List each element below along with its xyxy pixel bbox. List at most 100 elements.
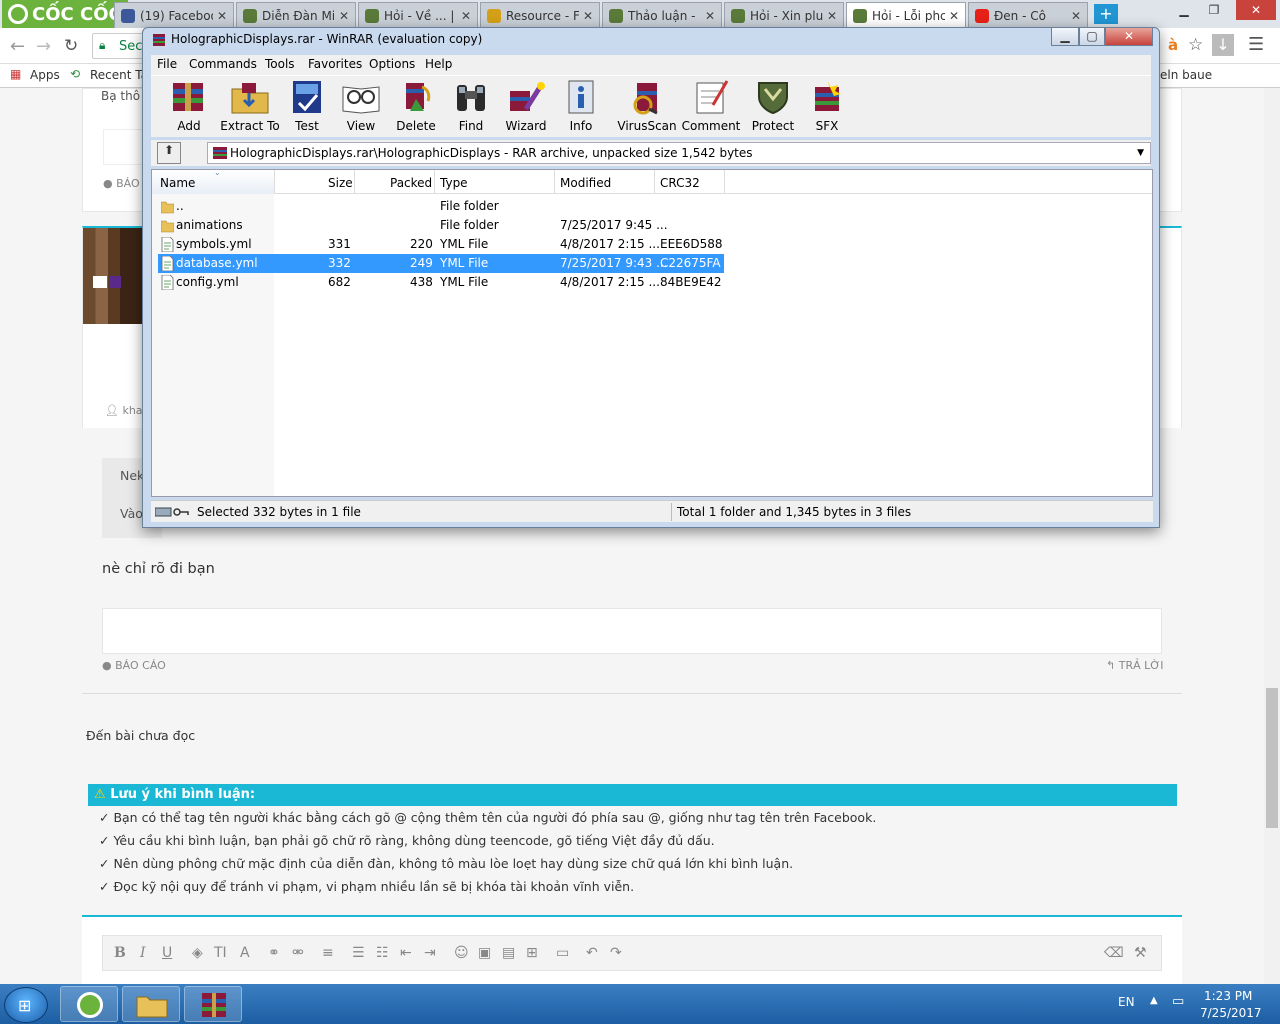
close-icon[interactable]: ✕ xyxy=(827,9,837,23)
column-separator[interactable] xyxy=(554,170,555,194)
close-icon[interactable]: ✕ xyxy=(949,9,959,23)
column-header-type[interactable]: Type xyxy=(440,176,468,190)
file-row-symbols[interactable]: symbols.yml 331 220 YML File 4/8/2017 2:… xyxy=(152,235,1152,254)
column-separator[interactable] xyxy=(434,170,435,194)
url-input[interactable]: 🔒︎ Sec xyxy=(92,33,148,59)
smiley-icon[interactable]: ☺ xyxy=(454,945,469,961)
path-dropdown[interactable]: HolographicDisplays.rar\HolographicDispl… xyxy=(207,142,1151,164)
page-scrollbar[interactable] xyxy=(1264,88,1280,984)
tab-forum-3[interactable]: Thảo luận - ✕ xyxy=(602,2,722,28)
maximize-button[interactable]: ▢ xyxy=(1079,28,1105,46)
column-header-modified[interactable]: Modified xyxy=(560,176,611,190)
bullet-list-icon[interactable]: ☰ xyxy=(352,945,365,961)
reply-link[interactable]: ↰ TRẢ LỜI xyxy=(1106,659,1164,672)
extract-to-button[interactable]: Extract To xyxy=(219,79,281,135)
column-separator[interactable] xyxy=(724,170,725,194)
tab-forum-2[interactable]: Hỏi - Về ... | ✕ xyxy=(358,2,478,28)
menu-options[interactable]: Options xyxy=(369,57,415,71)
tab-youtube[interactable]: Đen - Cô ✕ xyxy=(968,2,1088,28)
bookmark-star-icon[interactable]: ☆ xyxy=(1188,35,1203,55)
column-header-packed[interactable]: Packed xyxy=(390,176,432,190)
forward-icon[interactable]: → xyxy=(36,36,51,57)
test-button[interactable]: Test xyxy=(279,79,335,135)
author-link[interactable]: 👤︎ kha xyxy=(105,404,143,417)
close-icon[interactable]: ✕ xyxy=(705,9,715,23)
find-button[interactable]: Find xyxy=(443,79,499,135)
close-icon[interactable]: ✕ xyxy=(461,9,471,23)
virusscan-button[interactable]: VirusScan xyxy=(615,79,679,135)
tray-expand-icon[interactable]: ▲ xyxy=(1150,995,1158,1006)
wrench-icon[interactable]: ⚒ xyxy=(1134,945,1147,961)
indent-icon[interactable]: ⇥ xyxy=(424,945,436,961)
menu-favorites[interactable]: Favorites xyxy=(308,57,362,71)
close-icon[interactable]: ✕ xyxy=(217,9,227,23)
wizard-button[interactable]: Wizard xyxy=(498,79,554,135)
tab-forum-active[interactable]: Hỏi - Lỗi phc ✕ xyxy=(846,2,966,28)
bold-icon[interactable]: B xyxy=(114,945,126,961)
font-size-icon[interactable]: TI xyxy=(214,945,227,961)
menu-tools[interactable]: Tools xyxy=(265,57,295,71)
protect-button[interactable]: Protect xyxy=(745,79,801,135)
tab-resource[interactable]: Resource - F ✕ xyxy=(480,2,600,28)
close-icon[interactable]: ✕ xyxy=(1071,9,1081,23)
scrollbar-thumb[interactable] xyxy=(1266,688,1278,828)
eraser-icon[interactable]: ⌫ xyxy=(1104,945,1124,961)
minimize-browser-button[interactable]: ▁ xyxy=(1170,0,1198,20)
bookmark-overflow[interactable]: eln baue xyxy=(1160,68,1212,82)
column-separator[interactable] xyxy=(654,170,655,194)
media-icon[interactable]: ▤ xyxy=(502,945,515,961)
comment-button[interactable]: Comment xyxy=(679,79,743,135)
file-row-parent[interactable]: .. File folder xyxy=(152,197,1152,216)
column-header-name[interactable]: Name xyxy=(160,176,195,190)
clock-date[interactable]: 7/25/2017 xyxy=(1200,1006,1262,1020)
add-button[interactable]: Add xyxy=(161,79,217,135)
number-list-icon[interactable]: ☷ xyxy=(376,945,389,961)
new-tab-button[interactable]: + xyxy=(1094,4,1118,24)
column-separator[interactable] xyxy=(274,170,275,194)
download-icon[interactable]: ↓ xyxy=(1212,34,1234,56)
color-icon[interactable]: ◈ xyxy=(192,945,203,961)
column-header-size[interactable]: Size xyxy=(328,176,353,190)
back-icon[interactable]: ← xyxy=(10,36,25,57)
image-icon[interactable]: ▣ xyxy=(478,945,491,961)
bookmark-apps[interactable]: Apps xyxy=(30,68,60,82)
chevron-down-icon[interactable]: ▼ xyxy=(1137,143,1144,163)
tab-facebook[interactable]: (19) Faceboo ✕ xyxy=(114,2,234,28)
redo-icon[interactable]: ↷ xyxy=(610,945,622,961)
file-list[interactable]: Name ⌄ Size Packed Type Modified CRC32 .… xyxy=(151,168,1153,497)
reload-icon[interactable]: ↻ xyxy=(64,36,78,56)
column-separator[interactable] xyxy=(354,170,355,194)
taskbar-explorer[interactable] xyxy=(122,986,180,1022)
start-button[interactable]: ⊞ xyxy=(4,987,48,1023)
menu-commands[interactable]: Commands xyxy=(189,57,257,71)
close-icon[interactable]: ✕ xyxy=(583,9,593,23)
tab-forum-4[interactable]: Hỏi - Xin plu ✕ xyxy=(724,2,844,28)
taskbar-winrar[interactable] xyxy=(184,986,242,1022)
minimize-button[interactable]: ▁ xyxy=(1051,28,1079,46)
tab-forum-1[interactable]: Diễn Đàn Mi ✕ xyxy=(236,2,356,28)
menu-file[interactable]: File xyxy=(157,57,177,71)
delete-button[interactable]: Delete xyxy=(388,79,444,135)
language-indicator[interactable]: EN xyxy=(1118,995,1135,1009)
clock-time[interactable]: 1:23 PM xyxy=(1204,989,1252,1003)
underline-icon[interactable]: U xyxy=(162,945,172,961)
maximize-browser-button[interactable]: ❐ xyxy=(1200,0,1228,20)
close-button[interactable]: ✕ xyxy=(1105,28,1153,46)
up-folder-button[interactable]: ⬆ xyxy=(157,142,181,164)
save-icon[interactable]: ▭ xyxy=(556,945,569,961)
close-browser-button[interactable]: ✕ xyxy=(1236,0,1276,20)
menu-icon[interactable]: ☰ xyxy=(1248,34,1264,55)
close-icon[interactable]: ✕ xyxy=(339,9,349,23)
font-icon[interactable]: A xyxy=(240,945,250,961)
undo-icon[interactable]: ↶ xyxy=(586,945,598,961)
coccoc-extension-icon[interactable]: à xyxy=(1168,36,1178,54)
file-row-database-selected[interactable]: database.yml 332 249 YML File 7/25/2017 … xyxy=(158,254,724,273)
report-link-2[interactable]: ● BÁO CÁO xyxy=(102,659,166,672)
insert-icon[interactable]: ⊞ xyxy=(526,945,538,961)
unlink-icon[interactable]: ⚮ xyxy=(292,945,304,961)
coccoc-logo[interactable]: CỐC CỐC xyxy=(2,0,128,28)
file-row-animations[interactable]: animations File folder 7/25/2017 9:45 ..… xyxy=(152,216,1152,235)
taskbar-coccoc[interactable] xyxy=(60,986,118,1022)
view-button[interactable]: View xyxy=(333,79,389,135)
link-icon[interactable]: ⚭ xyxy=(268,945,280,961)
